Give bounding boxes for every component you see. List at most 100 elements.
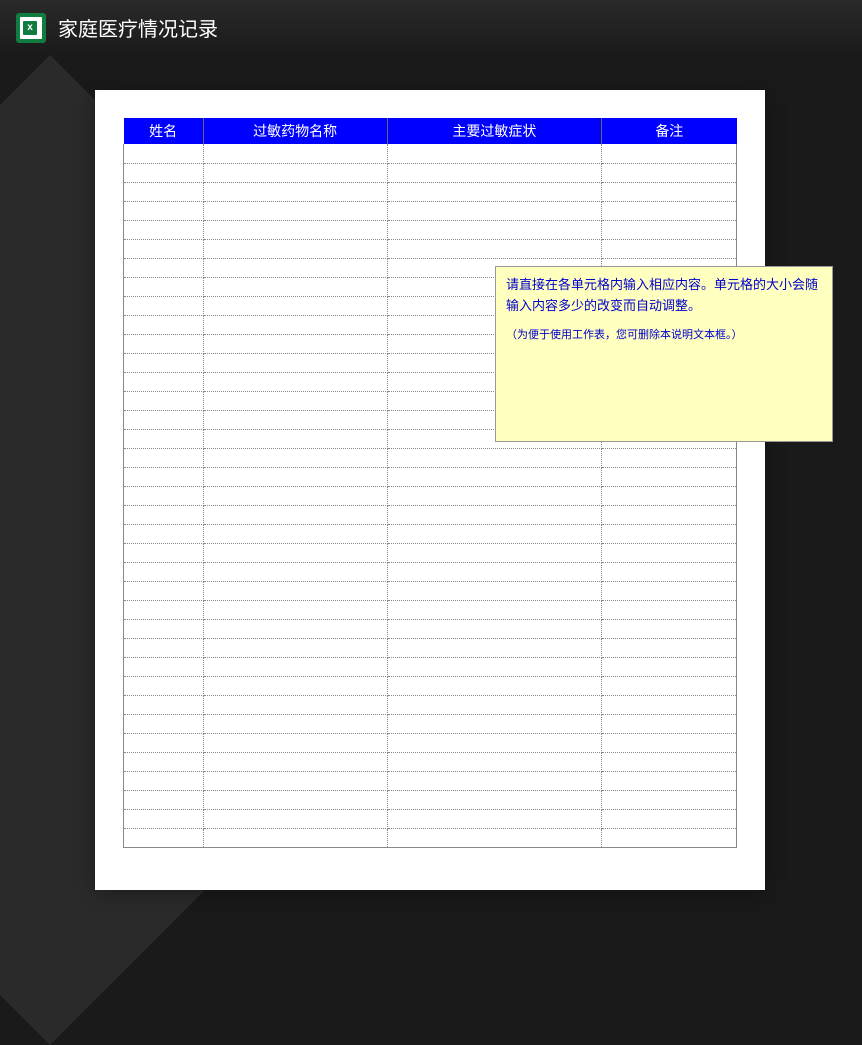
- table-cell[interactable]: [602, 543, 737, 562]
- table-cell[interactable]: [203, 391, 387, 410]
- table-cell[interactable]: [203, 619, 387, 638]
- table-cell[interactable]: [203, 315, 387, 334]
- table-cell[interactable]: [602, 581, 737, 600]
- table-cell[interactable]: [387, 581, 602, 600]
- table-cell[interactable]: [602, 201, 737, 220]
- table-cell[interactable]: [387, 524, 602, 543]
- table-cell[interactable]: [602, 562, 737, 581]
- table-cell[interactable]: [602, 486, 737, 505]
- table-cell[interactable]: [124, 828, 204, 847]
- table-cell[interactable]: [124, 429, 204, 448]
- table-cell[interactable]: [124, 163, 204, 182]
- table-cell[interactable]: [124, 733, 204, 752]
- table-cell[interactable]: [124, 448, 204, 467]
- table-cell[interactable]: [124, 619, 204, 638]
- table-cell[interactable]: [203, 581, 387, 600]
- table-cell[interactable]: [203, 296, 387, 315]
- table-cell[interactable]: [203, 543, 387, 562]
- table-cell[interactable]: [602, 752, 737, 771]
- table-cell[interactable]: [602, 524, 737, 543]
- table-cell[interactable]: [387, 239, 602, 258]
- table-cell[interactable]: [124, 752, 204, 771]
- table-cell[interactable]: [203, 676, 387, 695]
- table-cell[interactable]: [602, 676, 737, 695]
- table-cell[interactable]: [203, 486, 387, 505]
- table-cell[interactable]: [602, 448, 737, 467]
- table-cell[interactable]: [602, 733, 737, 752]
- table-cell[interactable]: [602, 239, 737, 258]
- table-cell[interactable]: [387, 733, 602, 752]
- table-cell[interactable]: [124, 600, 204, 619]
- table-cell[interactable]: [124, 201, 204, 220]
- table-cell[interactable]: [602, 220, 737, 239]
- table-cell[interactable]: [203, 163, 387, 182]
- table-cell[interactable]: [387, 638, 602, 657]
- table-cell[interactable]: [203, 201, 387, 220]
- table-cell[interactable]: [203, 714, 387, 733]
- table-cell[interactable]: [124, 790, 204, 809]
- table-cell[interactable]: [124, 410, 204, 429]
- table-cell[interactable]: [124, 258, 204, 277]
- table-cell[interactable]: [602, 505, 737, 524]
- table-cell[interactable]: [203, 790, 387, 809]
- table-cell[interactable]: [387, 182, 602, 201]
- table-cell[interactable]: [124, 581, 204, 600]
- table-cell[interactable]: [387, 505, 602, 524]
- table-cell[interactable]: [124, 296, 204, 315]
- table-cell[interactable]: [387, 676, 602, 695]
- table-cell[interactable]: [602, 714, 737, 733]
- table-cell[interactable]: [203, 410, 387, 429]
- table-cell[interactable]: [602, 600, 737, 619]
- table-cell[interactable]: [124, 220, 204, 239]
- table-cell[interactable]: [387, 448, 602, 467]
- table-cell[interactable]: [602, 144, 737, 163]
- table-cell[interactable]: [387, 562, 602, 581]
- table-cell[interactable]: [387, 220, 602, 239]
- table-cell[interactable]: [124, 372, 204, 391]
- table-cell[interactable]: [203, 638, 387, 657]
- table-cell[interactable]: [124, 657, 204, 676]
- table-cell[interactable]: [124, 239, 204, 258]
- table-cell[interactable]: [124, 524, 204, 543]
- instruction-note-box[interactable]: 请直接在各单元格内输入相应内容。单元格的大小会随输入内容多少的改变而自动调整。 …: [495, 266, 833, 442]
- table-cell[interactable]: [203, 657, 387, 676]
- table-cell[interactable]: [124, 391, 204, 410]
- table-cell[interactable]: [387, 790, 602, 809]
- table-cell[interactable]: [602, 467, 737, 486]
- table-cell[interactable]: [124, 182, 204, 201]
- table-cell[interactable]: [387, 714, 602, 733]
- table-cell[interactable]: [602, 163, 737, 182]
- table-cell[interactable]: [602, 695, 737, 714]
- table-cell[interactable]: [124, 562, 204, 581]
- table-cell[interactable]: [203, 752, 387, 771]
- table-cell[interactable]: [602, 828, 737, 847]
- table-cell[interactable]: [124, 505, 204, 524]
- table-cell[interactable]: [387, 144, 602, 163]
- table-cell[interactable]: [203, 182, 387, 201]
- table-cell[interactable]: [387, 752, 602, 771]
- table-cell[interactable]: [387, 467, 602, 486]
- table-cell[interactable]: [124, 695, 204, 714]
- table-cell[interactable]: [602, 619, 737, 638]
- table-cell[interactable]: [387, 600, 602, 619]
- table-cell[interactable]: [124, 467, 204, 486]
- table-cell[interactable]: [203, 220, 387, 239]
- table-cell[interactable]: [124, 809, 204, 828]
- table-cell[interactable]: [602, 182, 737, 201]
- table-cell[interactable]: [203, 562, 387, 581]
- table-cell[interactable]: [203, 448, 387, 467]
- table-cell[interactable]: [124, 353, 204, 372]
- table-cell[interactable]: [602, 657, 737, 676]
- table-cell[interactable]: [124, 144, 204, 163]
- table-cell[interactable]: [124, 334, 204, 353]
- table-cell[interactable]: [124, 543, 204, 562]
- table-cell[interactable]: [203, 600, 387, 619]
- table-cell[interactable]: [203, 239, 387, 258]
- table-cell[interactable]: [387, 828, 602, 847]
- table-cell[interactable]: [203, 429, 387, 448]
- table-cell[interactable]: [387, 543, 602, 562]
- table-cell[interactable]: [602, 771, 737, 790]
- table-cell[interactable]: [203, 258, 387, 277]
- table-cell[interactable]: [387, 771, 602, 790]
- table-cell[interactable]: [387, 695, 602, 714]
